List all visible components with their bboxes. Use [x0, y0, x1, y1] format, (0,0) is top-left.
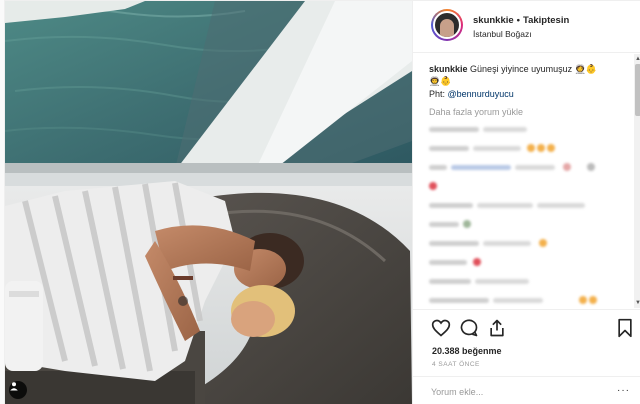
comment-row	[429, 275, 628, 288]
add-comment-bar: ···	[413, 376, 640, 404]
comment-row	[429, 199, 628, 212]
photo-credit-handle[interactable]: @bennurduyucu	[448, 89, 514, 99]
comment-row	[429, 142, 628, 155]
comment-row	[429, 180, 628, 193]
comment-row	[429, 237, 628, 250]
photo-illustration	[5, 1, 412, 404]
scroll-up-arrow-icon[interactable]: ▲	[635, 56, 640, 62]
comment-row	[429, 123, 628, 136]
post-header: skunkkie • Takiptesin İstanbul Boğazı	[413, 1, 640, 53]
load-more-comments-button[interactable]: Daha fazla yorum yükle	[429, 107, 628, 117]
person-tag-icon[interactable]	[9, 381, 27, 399]
comment-row	[429, 161, 628, 174]
header-separator: •	[516, 15, 520, 26]
comments-scrollbar[interactable]: ▲ ▼	[634, 54, 640, 308]
photo-credit-prefix: Pht:	[429, 89, 446, 99]
comment-row	[429, 294, 628, 307]
comment-icon[interactable]	[459, 318, 479, 338]
comment-row	[429, 256, 628, 269]
username-link[interactable]: skunkkie	[473, 15, 514, 26]
comment-row	[429, 218, 628, 231]
following-button[interactable]: Takiptesin	[523, 15, 569, 26]
caption-line-2: 👨‍🚀👶	[429, 76, 452, 86]
post-sidebar: skunkkie • Takiptesin İstanbul Boğazı skun…	[412, 1, 640, 404]
scroll-down-arrow-icon[interactable]: ▼	[635, 300, 640, 306]
scrollbar-thumb[interactable]	[635, 64, 640, 116]
comment-input[interactable]	[431, 384, 611, 400]
likes-count[interactable]: 20.388 beğenme	[432, 346, 502, 356]
caption-username[interactable]: skunkkie	[429, 64, 468, 74]
share-icon[interactable]	[487, 318, 507, 338]
post-timestamp[interactable]: 4 SAAT ÖNCE	[432, 361, 480, 368]
heart-icon[interactable]	[431, 318, 451, 338]
post-photo[interactable]	[5, 1, 412, 404]
more-options-icon[interactable]: ···	[617, 385, 630, 396]
post-caption: skunkkie Güneşi yiyince uyumuşuz 👩‍🚀👶 👨‍…	[429, 63, 628, 87]
post-actions: 20.388 beğenme 4 SAAT ÖNCE ···	[413, 309, 640, 404]
instagram-post: skunkkie • Takiptesin İstanbul Boğazı skun…	[4, 0, 640, 404]
bookmark-icon[interactable]	[615, 318, 635, 338]
caption-text: Güneşi yiyince uyumuşuz 👩‍🚀👶	[470, 64, 598, 74]
photo-credit: Pht: @bennurduyucu	[429, 89, 628, 99]
header-user-line: skunkkie • Takiptesin	[473, 15, 569, 26]
comments-section: skunkkie Güneşi yiyince uyumuşuz 👩‍🚀👶 👨‍…	[413, 54, 640, 308]
avatar[interactable]	[431, 9, 463, 41]
location-link[interactable]: İstanbul Boğazı	[473, 29, 532, 39]
